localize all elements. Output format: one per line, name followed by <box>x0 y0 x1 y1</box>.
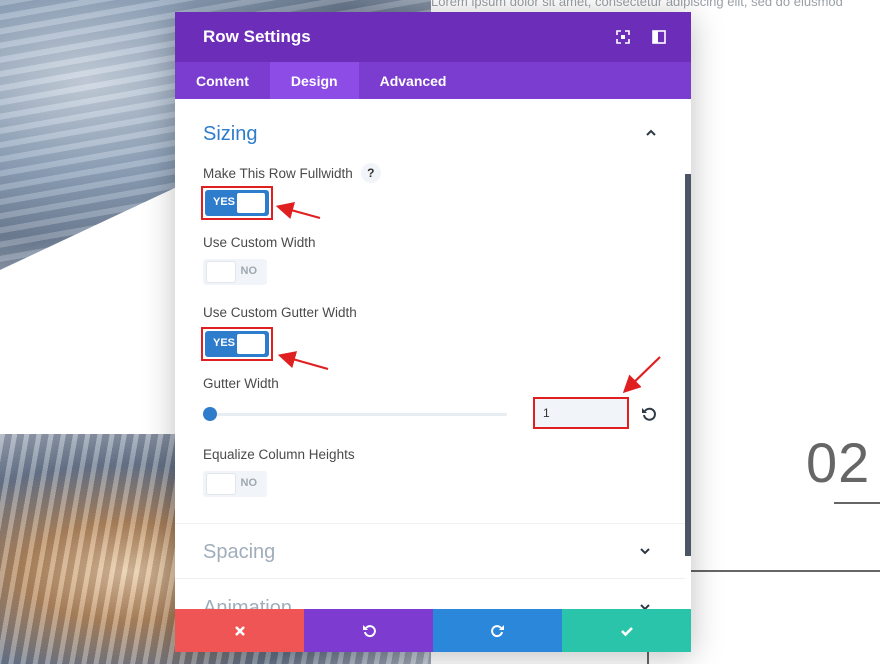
gutter-width-label: Gutter Width <box>203 376 279 391</box>
gutter-width-slider[interactable] <box>203 413 507 416</box>
expand-icon[interactable] <box>615 29 631 45</box>
redo-button[interactable] <box>433 609 562 652</box>
help-icon[interactable]: ? <box>360 163 381 183</box>
equalize-toggle[interactable]: NO <box>203 471 267 497</box>
background-divider-line <box>690 570 880 572</box>
reset-icon[interactable] <box>641 406 657 422</box>
tab-advanced[interactable]: Advanced <box>359 62 468 99</box>
cancel-button[interactable] <box>175 609 304 652</box>
equalize-toggle-knob <box>207 474 235 494</box>
equalize-label: Equalize Column Heights <box>203 447 355 462</box>
row-settings-modal: Row Settings Content Design Advanced Siz… <box>175 12 691 652</box>
custom-width-label: Use Custom Width <box>203 235 316 250</box>
gutter-width-field: Gutter Width <box>203 376 279 391</box>
background-number-underline <box>834 502 880 504</box>
tab-design[interactable]: Design <box>269 62 359 99</box>
custom-gutter-label: Use Custom Gutter Width <box>203 305 357 320</box>
sizing-section-header[interactable]: Sizing <box>175 99 691 159</box>
annotation-box-fullwidth <box>201 186 273 220</box>
sidebar-icon[interactable] <box>651 29 667 45</box>
animation-section-header[interactable]: Animation <box>175 573 685 609</box>
redo-icon <box>490 624 504 637</box>
annotation-box-gutter-input <box>533 397 629 429</box>
gutter-width-slider-thumb[interactable] <box>203 407 217 421</box>
custom-gutter-field: Use Custom Gutter Width <box>203 305 357 320</box>
scrollbar[interactable] <box>685 174 691 556</box>
cancel-icon <box>234 625 245 636</box>
equalize-field: Equalize Column Heights <box>203 447 355 462</box>
modal-tabs: Content Design Advanced <box>175 62 691 99</box>
spacing-section-title: Spacing <box>203 541 276 563</box>
chevron-up-icon[interactable] <box>645 127 657 139</box>
save-icon <box>620 626 633 636</box>
fullwidth-label: Make This Row Fullwidth ? <box>203 163 381 183</box>
sizing-section-title: Sizing <box>203 123 258 145</box>
undo-icon <box>362 624 376 637</box>
fullwidth-field: Make This Row Fullwidth ? <box>203 163 381 183</box>
custom-width-toggle[interactable]: NO <box>203 259 267 285</box>
header-icons <box>615 29 667 45</box>
modal-title: Row Settings <box>203 27 311 46</box>
custom-width-field: Use Custom Width <box>203 235 316 250</box>
chevron-down-icon[interactable] <box>639 601 651 609</box>
spacing-section-header[interactable]: Spacing <box>175 517 685 577</box>
tab-content[interactable]: Content <box>175 62 270 99</box>
chevron-down-icon[interactable] <box>639 545 651 557</box>
modal-body: Sizing Make This Row Fullwidth ? YES Use… <box>175 99 691 609</box>
background-big-number: 02 <box>806 431 871 494</box>
undo-button[interactable] <box>304 609 433 652</box>
annotation-box-gutter-toggle <box>201 327 273 361</box>
modal-header: Row Settings <box>175 12 691 62</box>
fullwidth-label-text: Make This Row Fullwidth <box>203 165 353 181</box>
save-button[interactable] <box>562 609 691 652</box>
animation-section-title: Animation <box>203 597 292 609</box>
custom-width-toggle-knob <box>207 262 235 282</box>
equalize-toggle-text: NO <box>240 477 258 489</box>
background-lorem-text: Lorem ipsum dolor sit amet, consectetur … <box>431 0 843 9</box>
custom-width-toggle-text: NO <box>240 265 258 277</box>
modal-footer <box>175 609 691 652</box>
